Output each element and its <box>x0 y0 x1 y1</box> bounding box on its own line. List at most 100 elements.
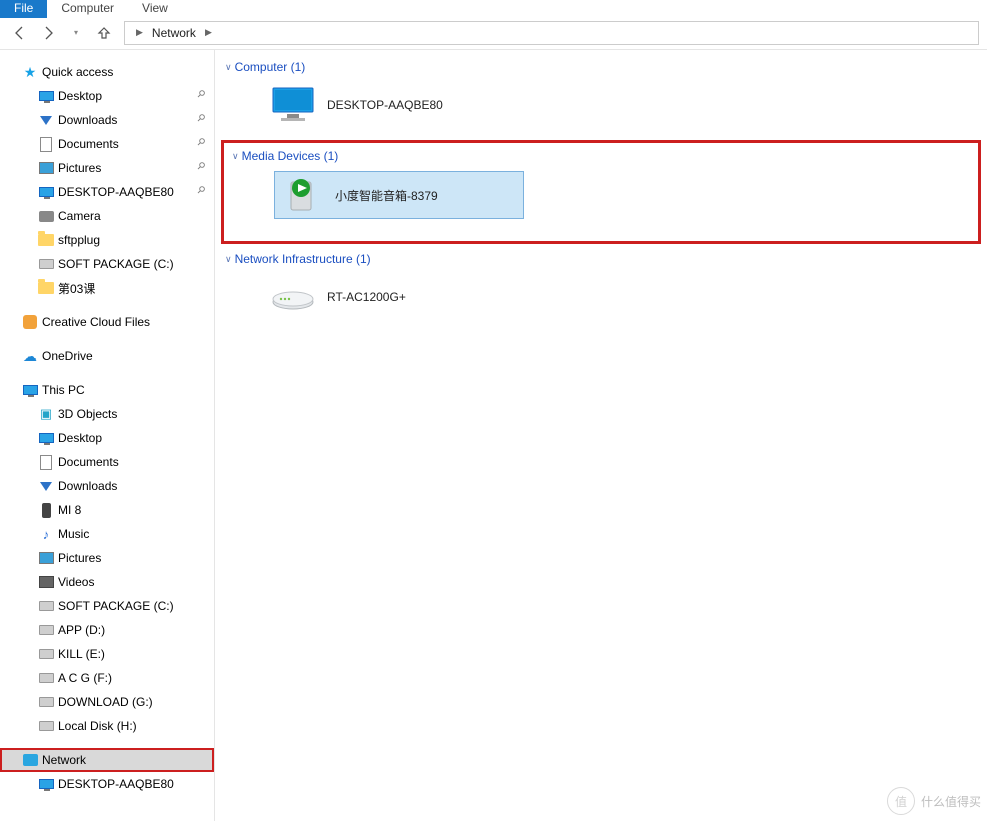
sidebar-label: Desktop <box>58 89 102 103</box>
pin-icon: ⚲ <box>194 160 207 173</box>
item-label: 小度智能音箱-8379 <box>335 187 438 204</box>
folder-icon <box>38 232 54 248</box>
sidebar-pc-item-8[interactable]: SOFT PACKAGE (C:) <box>0 594 214 618</box>
group-header-1[interactable]: ∨ Media Devices (1) <box>228 147 974 167</box>
watermark: 值 什么值得买 <box>887 787 981 815</box>
chevron-down-icon: ∨ <box>225 62 232 73</box>
sidebar-quick-item-5[interactable]: Camera <box>0 204 214 228</box>
item-label: DESKTOP-AAQBE80 <box>327 98 443 112</box>
monitor-icon <box>38 184 54 200</box>
creative-cloud-icon <box>22 314 38 330</box>
sidebar-pc-item-10[interactable]: KILL (E:) <box>0 642 214 666</box>
sidebar-label: Camera <box>58 209 101 223</box>
drive-icon <box>38 622 54 638</box>
sidebar-quick-item-0[interactable]: Desktop⚲ <box>0 84 214 108</box>
sidebar-pc-item-7[interactable]: Videos <box>0 570 214 594</box>
sidebar-label: Documents <box>58 455 119 469</box>
sidebar-pc-item-1[interactable]: Desktop <box>0 426 214 450</box>
sidebar-pc-item-12[interactable]: DOWNLOAD (G:) <box>0 690 214 714</box>
sidebar-quick-item-4[interactable]: DESKTOP-AAQBE80⚲ <box>0 180 214 204</box>
back-button[interactable] <box>8 21 32 45</box>
camera-icon <box>38 208 54 224</box>
sidebar-quick-item-8[interactable]: 第03课 <box>0 276 214 300</box>
sidebar-pc-item-9[interactable]: APP (D:) <box>0 618 214 642</box>
group-title: Network Infrastructure (1) <box>235 252 371 266</box>
tab-file[interactable]: File <box>0 0 47 18</box>
network-item-1-0[interactable]: 小度智能音箱-8379 <box>274 171 524 219</box>
drive-icon <box>38 718 54 734</box>
drive-icon <box>38 598 54 614</box>
sidebar-quick-access[interactable]: ★ Quick access <box>0 60 214 84</box>
sidebar-pc-item-2[interactable]: Documents <box>0 450 214 474</box>
star-icon: ★ <box>22 64 38 80</box>
sidebar-label: Videos <box>58 575 94 589</box>
sidebar-label: 第03课 <box>58 280 95 297</box>
forward-button[interactable] <box>36 21 60 45</box>
sidebar-this-pc[interactable]: This PC <box>0 378 214 402</box>
network-item-0-0[interactable]: DESKTOP-AAQBE80 <box>267 82 517 128</box>
router-thumb-icon <box>269 276 317 318</box>
music-icon: ♪ <box>38 526 54 542</box>
navigation-toolbar: ▾ ▶ Network ▶ <box>0 16 987 50</box>
sidebar-label: Creative Cloud Files <box>42 315 150 329</box>
sidebar-label: Downloads <box>58 479 117 493</box>
sidebar-quick-item-7[interactable]: SOFT PACKAGE (C:) <box>0 252 214 276</box>
pic-icon <box>38 550 54 566</box>
item-label: RT-AC1200G+ <box>327 290 406 304</box>
sidebar-pc-item-13[interactable]: Local Disk (H:) <box>0 714 214 738</box>
cloud-icon: ☁ <box>22 348 38 364</box>
sidebar-pc-item-4[interactable]: MI 8 <box>0 498 214 522</box>
sidebar-onedrive[interactable]: ☁ OneDrive <box>0 344 214 368</box>
tab-view[interactable]: View <box>128 0 182 18</box>
drive-icon <box>38 670 54 686</box>
drive-icon <box>38 256 54 272</box>
pin-icon: ⚲ <box>194 112 207 125</box>
phone-icon <box>38 502 54 518</box>
sidebar-pc-item-6[interactable]: Pictures <box>0 546 214 570</box>
up-button[interactable] <box>92 21 116 45</box>
pic-icon <box>38 160 54 176</box>
chevron-down-icon: ∨ <box>225 254 232 265</box>
sidebar-label: Pictures <box>58 161 101 175</box>
doc-icon <box>38 454 54 470</box>
network-icon <box>22 752 38 768</box>
sidebar-label: sftpplug <box>58 233 100 247</box>
sidebar-quick-item-1[interactable]: Downloads ⚲ <box>0 108 214 132</box>
watermark-icon: 值 <box>887 787 915 815</box>
breadcrumb-network[interactable]: Network <box>150 24 198 42</box>
sidebar-pc-item-0[interactable]: ▣3D Objects <box>0 402 214 426</box>
sidebar-label: 3D Objects <box>58 407 117 421</box>
sidebar-label: DOWNLOAD (G:) <box>58 695 153 709</box>
sidebar-quick-item-2[interactable]: Documents⚲ <box>0 132 214 156</box>
sidebar-label: Downloads <box>58 113 117 127</box>
sidebar-label: APP (D:) <box>58 623 105 637</box>
sidebar-label: OneDrive <box>42 349 93 363</box>
sidebar-quick-item-6[interactable]: sftpplug <box>0 228 214 252</box>
recent-locations-button[interactable]: ▾ <box>64 21 88 45</box>
sidebar-pc-item-11[interactable]: A C G (F:) <box>0 666 214 690</box>
watermark-text: 什么值得买 <box>921 793 981 810</box>
sidebar-network-item-0[interactable]: DESKTOP-AAQBE80 <box>0 772 214 796</box>
chevron-down-icon: ∨ <box>232 151 239 162</box>
down-icon <box>38 478 54 494</box>
group-title: Computer (1) <box>235 60 306 74</box>
sidebar-creative-cloud[interactable]: Creative Cloud Files <box>0 310 214 334</box>
sidebar-label: Network <box>42 753 86 767</box>
sidebar-pc-item-3[interactable]: Downloads <box>0 474 214 498</box>
network-item-2-0[interactable]: RT-AC1200G+ <box>267 274 517 320</box>
sidebar-label: Quick access <box>42 65 113 79</box>
drive-icon <box>38 694 54 710</box>
address-bar[interactable]: ▶ Network ▶ <box>124 21 979 45</box>
chevron-right-icon: ▶ <box>205 27 212 38</box>
video-icon <box>38 574 54 590</box>
sidebar-label: Documents <box>58 137 119 151</box>
content-pane: ∨ Computer (1) DESKTOP-AAQBE80 ∨ Media Dev… <box>215 50 987 821</box>
group-header-0[interactable]: ∨ Computer (1) <box>221 58 981 78</box>
sidebar-quick-item-3[interactable]: Pictures ⚲ <box>0 156 214 180</box>
group-header-2[interactable]: ∨ Network Infrastructure (1) <box>221 250 981 270</box>
tab-computer[interactable]: Computer <box>47 0 128 18</box>
sidebar-label: Local Disk (H:) <box>58 719 137 733</box>
sidebar-pc-item-5[interactable]: ♪Music <box>0 522 214 546</box>
sidebar-network[interactable]: Network <box>0 748 214 772</box>
monitor-icon <box>38 776 54 792</box>
